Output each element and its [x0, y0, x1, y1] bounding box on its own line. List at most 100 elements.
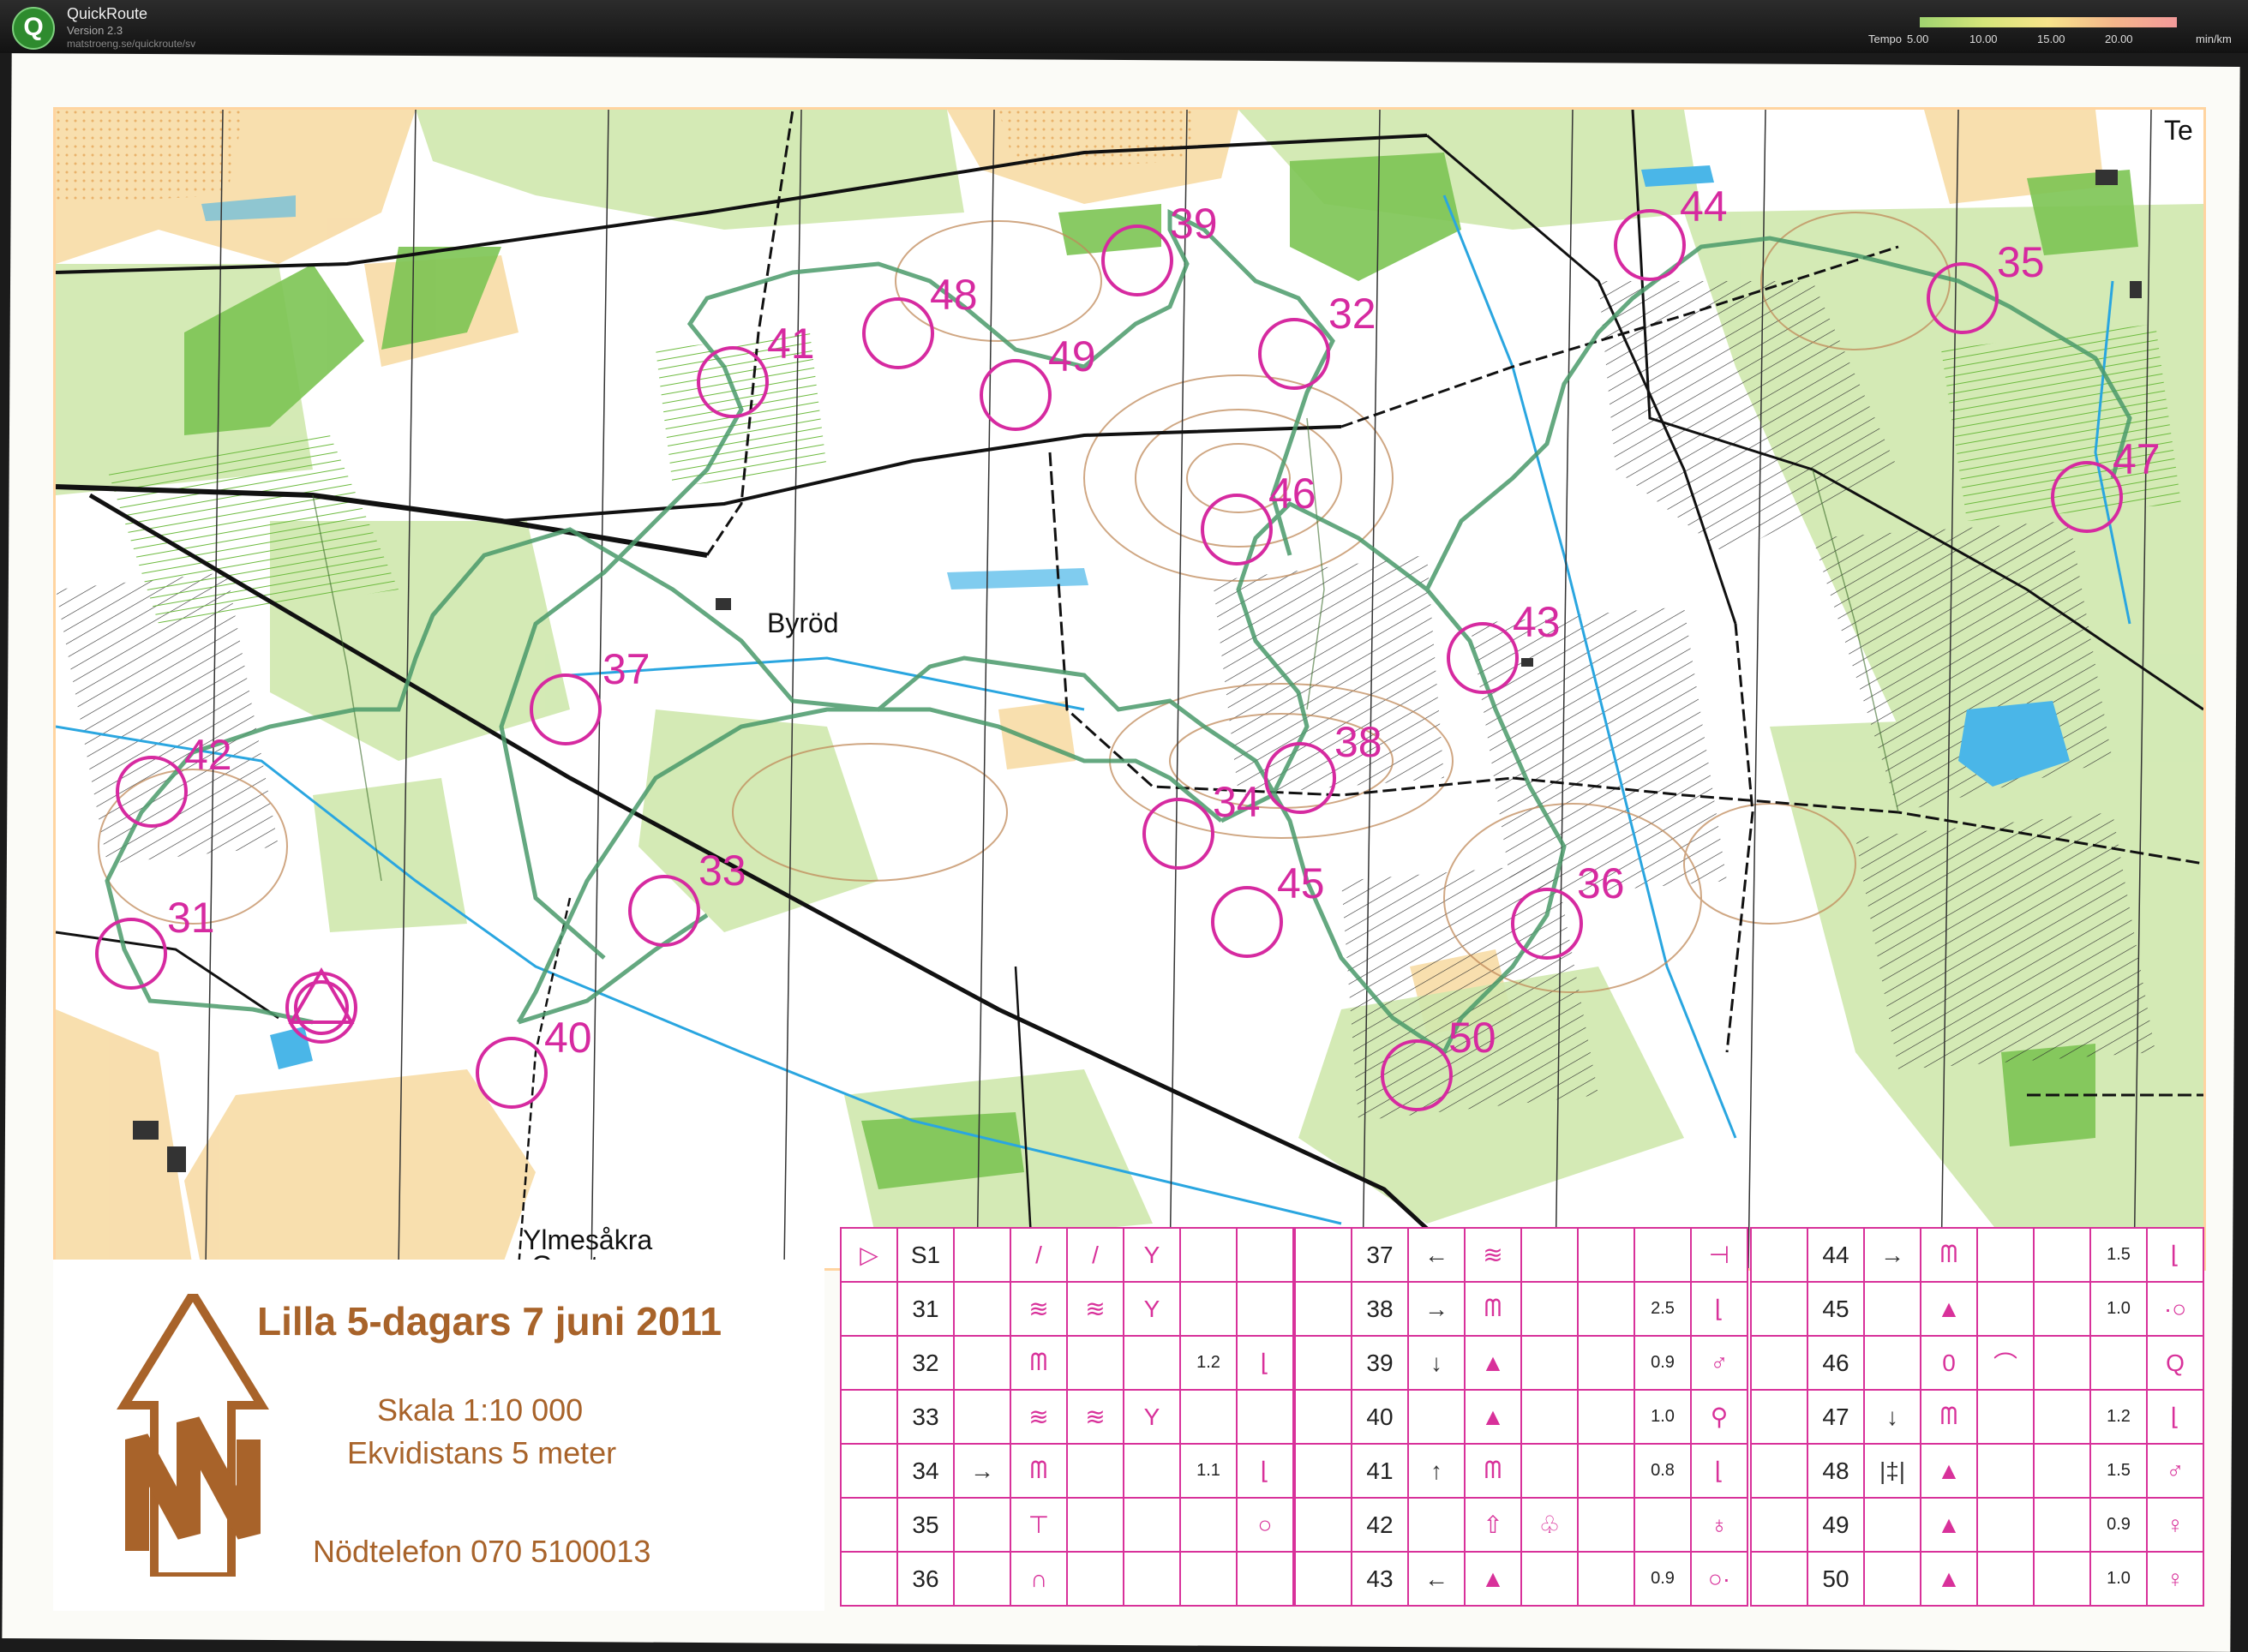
orienteering-map[interactable]: 31 32 33 34 35 36 37 38 39 40 41 42 43 4… — [53, 107, 2206, 1271]
description-cell-f — [1577, 1551, 1635, 1607]
description-start-cell — [1750, 1389, 1808, 1445]
description-start-cell — [1750, 1335, 1808, 1391]
description-cell-g: 1.5 — [2089, 1227, 2148, 1283]
description-start-cell — [1294, 1389, 1352, 1445]
description-cell-d: ≋ — [1464, 1227, 1522, 1283]
description-cell-h: ⊣ — [1690, 1227, 1748, 1283]
pace-tick: 20.00 — [2105, 33, 2133, 45]
description-cell-e: ≋ — [1066, 1389, 1124, 1445]
description-row: 33 ≋ ≋ Y — [840, 1389, 1294, 1445]
description-cell-e: ≋ — [1066, 1281, 1124, 1337]
control-code-cell: 44 — [1807, 1227, 1865, 1283]
description-row: 41 ↑ ᗰ 0.8 ⌊ — [1294, 1443, 1748, 1499]
description-row: 39 ↓ ▲ 0.9 ♂ — [1294, 1335, 1748, 1391]
map-canvas[interactable]: 31 32 33 34 35 36 37 38 39 40 41 42 43 4… — [56, 110, 2203, 1268]
description-cell-c — [1407, 1497, 1466, 1553]
description-cell-d: ᗰ — [1010, 1443, 1068, 1499]
pace-tick: 10.00 — [1969, 33, 1998, 45]
description-start-cell — [1750, 1551, 1808, 1607]
control-code-cell: 47 — [1807, 1389, 1865, 1445]
description-cell-g: 1.5 — [2089, 1443, 2148, 1499]
description-cell-d: ᗰ — [1920, 1227, 1978, 1283]
description-cell-d: ᗰ — [1464, 1443, 1522, 1499]
pace-tick: 15.00 — [2037, 33, 2065, 45]
description-cell-d: / — [1010, 1227, 1068, 1283]
place-name-te: Te — [2164, 115, 2193, 146]
description-row: 35 ⊤ ○ — [840, 1497, 1294, 1553]
description-cell-h: ⌊ — [1236, 1443, 1294, 1499]
description-row: 43 ← ▲ 0.9 ○· — [1294, 1551, 1748, 1607]
control-number: 50 — [1448, 1014, 1496, 1062]
control-code-cell: 43 — [1351, 1551, 1409, 1607]
description-cell-e: ♧ — [1520, 1497, 1579, 1553]
description-cell-f — [1123, 1335, 1181, 1391]
description-row: 40 ▲ 1.0 ⚲ — [1294, 1389, 1748, 1445]
description-cell-f: Y — [1123, 1389, 1181, 1445]
description-cell-e — [1520, 1335, 1579, 1391]
description-cell-h: ⌊ — [1690, 1443, 1748, 1499]
control-descriptions-table-2: 37 ← ≋ ⊣ 38 → ᗰ 2.5 ⌊ 39 ↓ ▲ 0.9 ♂ 40 ▲ 1.0 ⚲ 41 ↑ ᗰ 0.8 ⌊ 42 ⇧ ♧… — [1294, 1227, 1748, 1607]
description-cell-g: 2.5 — [1634, 1281, 1692, 1337]
description-row: 38 → ᗰ 2.5 ⌊ — [1294, 1281, 1748, 1337]
description-cell-c: ↓ — [1407, 1335, 1466, 1391]
description-cell-c: → — [1863, 1227, 1921, 1283]
description-row: 34 → ᗰ 1.1 ⌊ — [840, 1443, 1294, 1499]
description-start-cell — [1294, 1281, 1352, 1337]
description-cell-c: → — [953, 1443, 1011, 1499]
control-number: 47 — [2113, 435, 2161, 483]
description-cell-g — [1179, 1551, 1238, 1607]
control-number: 45 — [1277, 859, 1325, 907]
control-number: 41 — [767, 320, 815, 368]
description-cell-g — [2089, 1335, 2148, 1391]
description-cell-c — [953, 1551, 1011, 1607]
description-start-cell — [1294, 1443, 1352, 1499]
control-descriptions-table-3: 44 → ᗰ 1.5 ⌊ 45 ▲ 1.0 ·○ 46 0 ⌒ Q 47 ↓ ᗰ 1.2 ⌊ 48 |‡| ▲ 1.5 ♂ 4… — [1750, 1227, 2204, 1607]
description-cell-e — [1520, 1227, 1579, 1283]
description-cell-d: ᗰ — [1920, 1389, 1978, 1445]
description-cell-d: ᗰ — [1464, 1281, 1522, 1337]
description-cell-c — [1863, 1497, 1921, 1553]
description-cell-c: ← — [1407, 1551, 1466, 1607]
description-cell-g: 0.9 — [1634, 1335, 1692, 1391]
description-cell-e — [1066, 1335, 1124, 1391]
description-cell-h — [1236, 1389, 1294, 1445]
description-row: 49 ▲ 0.9 ♀ — [1750, 1497, 2204, 1553]
control-code-cell: 37 — [1351, 1227, 1409, 1283]
description-cell-c — [953, 1227, 1011, 1283]
control-code-cell: 33 — [896, 1389, 955, 1445]
description-cell-g: 1.0 — [1634, 1389, 1692, 1445]
pace-tick: 5.00 — [1907, 33, 1929, 45]
control-number: 33 — [698, 847, 746, 895]
description-start-cell — [1294, 1551, 1352, 1607]
description-cell-f — [1577, 1497, 1635, 1553]
description-cell-c — [953, 1497, 1011, 1553]
description-cell-f — [2033, 1227, 2091, 1283]
control-number: 42 — [184, 731, 232, 779]
description-start-cell — [1750, 1443, 1808, 1499]
description-cell-h: ⚲ — [1690, 1389, 1748, 1445]
control-number: 43 — [1513, 598, 1561, 646]
control-code-cell: 50 — [1807, 1551, 1865, 1607]
description-cell-f: Y — [1123, 1227, 1181, 1283]
description-cell-c — [1407, 1389, 1466, 1445]
description-start-cell — [1750, 1281, 1808, 1337]
description-cell-g: 1.0 — [2089, 1281, 2148, 1337]
description-cell-d: ▲ — [1920, 1497, 1978, 1553]
contour-interval: Ekvidistans 5 meter — [347, 1435, 617, 1470]
description-cell-d: ▲ — [1464, 1389, 1522, 1445]
control-number: 36 — [1577, 859, 1625, 907]
description-cell-e — [1976, 1551, 2035, 1607]
description-row: 47 ↓ ᗰ 1.2 ⌊ — [1750, 1389, 2204, 1445]
control-code-cell: 49 — [1807, 1497, 1865, 1553]
description-cell-d: ≋ — [1010, 1389, 1068, 1445]
description-cell-d: ▲ — [1464, 1335, 1522, 1391]
description-cell-f — [2033, 1497, 2091, 1553]
description-cell-c: → — [1407, 1281, 1466, 1337]
description-row: ▷ S1// Y — [840, 1227, 1294, 1283]
description-cell-d: ᗰ — [1010, 1335, 1068, 1391]
description-cell-g — [1634, 1497, 1692, 1553]
description-cell-h: ♀ — [2146, 1551, 2204, 1607]
description-cell-c: |‡| — [1863, 1443, 1921, 1499]
description-cell-e — [1066, 1551, 1124, 1607]
description-cell-d: ≋ — [1010, 1281, 1068, 1337]
